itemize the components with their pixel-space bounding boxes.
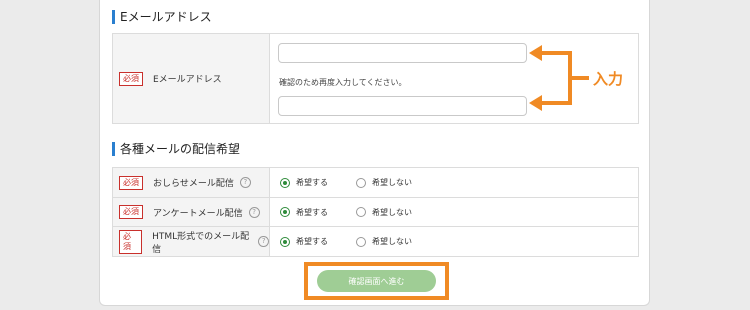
pref-row-survey: 必須 アンケートメール配信 ? 希望する 希望しない bbox=[113, 197, 638, 226]
pref-options: 希望する 希望しない bbox=[270, 168, 638, 197]
email-confirm-input[interactable] bbox=[278, 96, 527, 116]
help-icon[interactable]: ? bbox=[258, 236, 269, 247]
radio-selected-icon[interactable] bbox=[280, 177, 290, 188]
email-field-label: Eメールアドレス bbox=[153, 75, 222, 85]
radio-html-yes[interactable]: 希望する bbox=[280, 236, 328, 247]
email-input[interactable] bbox=[278, 43, 527, 63]
pref-label-cell: 必須 HTML形式でのメール配信 ? bbox=[113, 227, 270, 256]
pref-options: 希望する 希望しない bbox=[270, 227, 638, 256]
radio-empty-icon[interactable] bbox=[356, 207, 366, 217]
pref-label-cell: 必須 おしらせメール配信 ? bbox=[113, 168, 270, 197]
radio-selected-icon[interactable] bbox=[280, 207, 290, 217]
radio-survey-no[interactable]: 希望しない bbox=[356, 207, 412, 218]
radio-notice-no[interactable]: 希望しない bbox=[356, 177, 412, 188]
radio-notice-yes[interactable]: 希望する bbox=[280, 177, 328, 188]
radio-selected-icon[interactable] bbox=[280, 236, 290, 247]
radio-html-no[interactable]: 希望しない bbox=[356, 236, 412, 247]
confirm-button[interactable]: 確認画面へ進む bbox=[317, 270, 436, 292]
radio-label: 希望する bbox=[296, 237, 328, 246]
radio-label: 希望しない bbox=[372, 237, 412, 246]
radio-label: 希望する bbox=[296, 207, 328, 217]
required-badge: 必須 bbox=[119, 205, 143, 219]
pref-label-cell: 必須 アンケートメール配信 ? bbox=[113, 198, 270, 226]
email-label-cell: 必須 Eメールアドレス bbox=[113, 34, 270, 123]
pref-label: HTML形式でのメール配信 bbox=[152, 231, 250, 255]
radio-survey-yes[interactable]: 希望する bbox=[280, 207, 328, 218]
annotation-bracket bbox=[529, 45, 589, 111]
radio-empty-icon[interactable] bbox=[356, 236, 366, 247]
pref-row-notice: 必須 おしらせメール配信 ? 希望する 希望しない bbox=[113, 168, 638, 197]
pref-row-html: 必須 HTML形式でのメール配信 ? 希望する 希望しない bbox=[113, 226, 638, 256]
required-badge: 必須 bbox=[119, 229, 143, 254]
help-icon[interactable]: ? bbox=[248, 206, 260, 218]
required-badge: 必須 bbox=[119, 71, 143, 86]
prefs-section-title: 各種メールの配信希望 bbox=[112, 142, 240, 156]
pref-label: おしらせメール配信 bbox=[153, 179, 234, 189]
radio-label: 希望しない bbox=[372, 207, 412, 217]
pref-options: 希望する 希望しない bbox=[270, 198, 638, 226]
email-section-title: Eメールアドレス bbox=[112, 10, 212, 24]
submit-highlight: 確認画面へ進む bbox=[304, 262, 449, 300]
prefs-table: 必須 おしらせメール配信 ? 希望する 希望しない 必須 アンケートメール配信 … bbox=[112, 167, 639, 257]
pref-label: アンケートメール配信 bbox=[153, 208, 243, 219]
annotation-label: 入力 bbox=[593, 70, 624, 88]
radio-empty-icon[interactable] bbox=[356, 177, 366, 188]
radio-label: 希望する bbox=[296, 178, 328, 187]
required-badge: 必須 bbox=[119, 175, 143, 190]
help-icon[interactable]: ? bbox=[239, 177, 251, 188]
confirm-note: 確認のため再度入力してください。 bbox=[279, 78, 407, 87]
radio-label: 希望しない bbox=[372, 178, 412, 187]
